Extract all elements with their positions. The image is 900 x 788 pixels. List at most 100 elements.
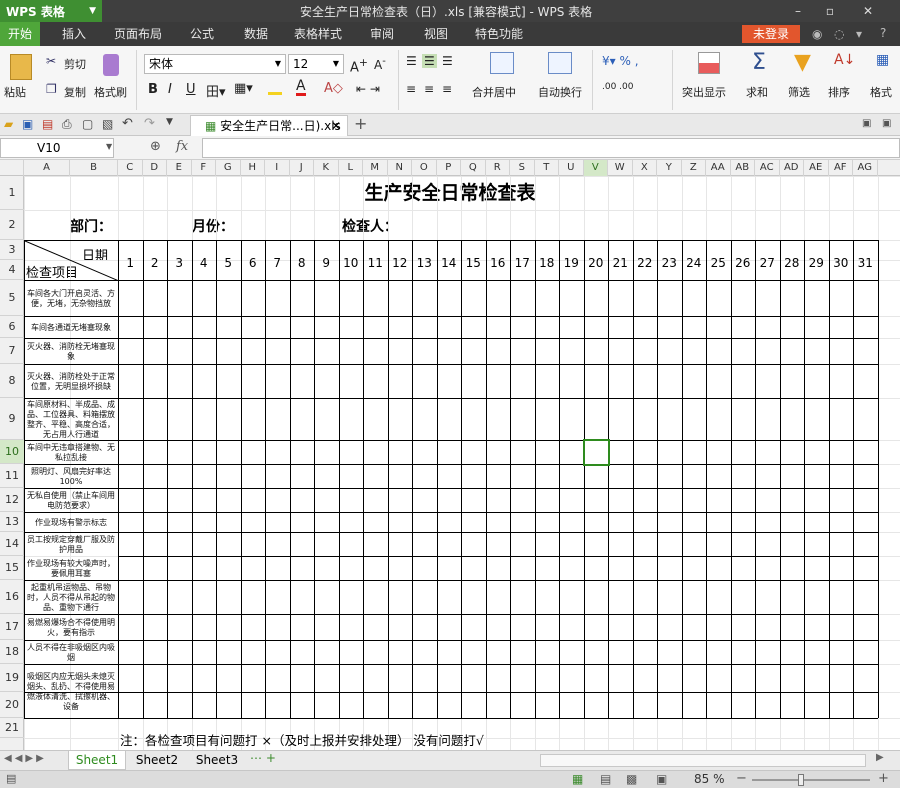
row-header-19[interactable]: 19 — [0, 664, 24, 692]
tab-list-icon[interactable]: ▣ — [862, 118, 871, 129]
column-header-w[interactable]: W — [608, 160, 633, 176]
column-header-ab[interactable]: AB — [731, 160, 755, 176]
column-header-u[interactable]: U — [559, 160, 584, 176]
row-header-1[interactable]: 1 — [0, 176, 24, 210]
row-header-10[interactable]: 10 — [0, 440, 24, 464]
tab-review[interactable]: 审阅 — [362, 22, 402, 46]
column-header-ag[interactable]: AG — [853, 160, 878, 176]
clipboard-icon[interactable]: ▧ — [102, 117, 113, 131]
column-header-y[interactable]: Y — [657, 160, 682, 176]
reading-view-icon[interactable]: ▣ — [656, 772, 667, 786]
sort-button[interactable]: 排序 — [828, 84, 850, 100]
column-header-a[interactable]: A — [24, 160, 70, 176]
sheet-tab-2[interactable]: Sheet2 — [128, 751, 186, 770]
tab-close-all-icon[interactable]: ▣ — [882, 118, 891, 129]
column-header-ad[interactable]: AD — [780, 160, 804, 176]
tab-special[interactable]: 特色功能 — [470, 22, 528, 46]
border-icon[interactable]: 田▾ — [206, 81, 226, 100]
column-header-g[interactable]: G — [216, 160, 241, 176]
document-tab[interactable]: ▦ 安全生产日常...日).xls ✕ — [190, 115, 348, 136]
help-icon[interactable]: ? — [880, 26, 886, 40]
close-icon[interactable]: ✕ — [331, 116, 341, 136]
function-icon[interactable]: fx — [176, 139, 188, 154]
italic-icon[interactable]: I — [168, 82, 172, 97]
column-header-z[interactable]: Z — [682, 160, 706, 176]
row-header-9[interactable]: 9 — [0, 398, 24, 440]
align-bottom-icon[interactable]: ☰ — [442, 54, 453, 68]
row-header-20[interactable]: 20 — [0, 692, 24, 718]
row-header-3[interactable]: 3 — [0, 240, 24, 260]
align-left-icon[interactable]: ≡ — [406, 82, 416, 96]
font-color-icon[interactable]: A — [296, 79, 306, 96]
zoom-slider-handle[interactable] — [798, 774, 804, 786]
name-box[interactable]: V10 — [0, 138, 114, 158]
column-header-n[interactable]: N — [388, 160, 412, 176]
tab-page-layout[interactable]: 页面布局 — [110, 22, 166, 46]
row-header-7[interactable]: 7 — [0, 338, 24, 364]
copy-button[interactable]: 复制 — [64, 84, 86, 100]
column-header-i[interactable]: I — [265, 160, 290, 176]
pdf-icon[interactable]: ▤ — [42, 117, 53, 131]
indent-icon[interactable]: ⇤ ⇥ — [356, 82, 380, 96]
sheet-tab-3[interactable]: Sheet3 — [188, 751, 246, 770]
row-header-12[interactable]: 12 — [0, 488, 24, 512]
row-header-14[interactable]: 14 — [0, 532, 24, 556]
column-header-p[interactable]: P — [437, 160, 461, 176]
format-painter-button[interactable]: 格式刷 — [94, 84, 127, 100]
open-folder-icon[interactable]: ▰ — [4, 117, 13, 131]
sum-button[interactable]: 求和 — [746, 84, 768, 100]
column-header-b[interactable]: B — [70, 160, 118, 176]
column-header-e[interactable]: E — [167, 160, 192, 176]
page-layout-view-icon[interactable]: ▤ — [600, 772, 611, 786]
tab-formula[interactable]: 公式 — [182, 22, 222, 46]
tab-view[interactable]: 视图 — [416, 22, 456, 46]
row-header-16[interactable]: 16 — [0, 580, 24, 614]
select-all-corner[interactable] — [0, 160, 24, 176]
login-button[interactable]: 未登录 — [742, 25, 800, 43]
column-header-aa[interactable]: AA — [706, 160, 731, 176]
column-header-m[interactable]: M — [363, 160, 388, 176]
scroll-right-icon[interactable]: ▶ — [876, 752, 884, 763]
cell-style-icon[interactable]: ▦▾ — [234, 81, 253, 96]
wrap-text-button[interactable]: 自动换行 — [538, 84, 582, 100]
horizontal-scrollbar[interactable] — [540, 754, 866, 767]
column-header-s[interactable]: S — [510, 160, 535, 176]
row-header-4[interactable]: 4 — [0, 260, 24, 280]
underline-icon[interactable]: U — [186, 82, 196, 97]
feedback-icon[interactable]: ◌ — [834, 27, 844, 41]
row-header-17[interactable]: 17 — [0, 614, 24, 640]
align-right-icon[interactable]: ≡ — [442, 82, 452, 96]
merge-center-button[interactable]: 合并居中 — [472, 84, 516, 100]
column-header-h[interactable]: H — [241, 160, 265, 176]
more-sheets-icon[interactable]: ⋯ + — [250, 751, 276, 765]
tab-data[interactable]: 数据 — [236, 22, 276, 46]
bold-icon[interactable]: B — [148, 82, 158, 97]
column-header-c[interactable]: C — [118, 160, 143, 176]
sheet-tab-1[interactable]: Sheet1 — [68, 751, 126, 770]
decimal-icon[interactable]: .00 .00 — [602, 82, 634, 92]
tab-home[interactable]: 开始 — [0, 22, 40, 46]
app-menu-button[interactable]: WPS 表格 ▼ — [0, 0, 102, 22]
row-header-15[interactable]: 15 — [0, 556, 24, 580]
column-header-af[interactable]: AF — [829, 160, 853, 176]
preview-icon[interactable]: ▢ — [82, 117, 93, 131]
row-header-11[interactable]: 11 — [0, 464, 24, 488]
shrink-font-icon[interactable]: A- — [374, 56, 386, 72]
new-tab-icon[interactable]: + — [354, 114, 367, 133]
grow-font-icon[interactable]: A+ — [350, 56, 368, 75]
align-top-icon[interactable]: ☰ — [406, 54, 417, 68]
redo-icon[interactable]: ↷ — [144, 116, 155, 131]
format-button[interactable]: 格式 — [870, 84, 892, 100]
row-header-2[interactable]: 2 — [0, 210, 24, 240]
active-cell-selection[interactable] — [582, 439, 610, 466]
align-center-icon[interactable]: ≡ — [424, 82, 434, 96]
column-header-x[interactable]: X — [633, 160, 657, 176]
close-button[interactable]: ✕ — [858, 2, 878, 20]
column-header-q[interactable]: Q — [461, 160, 486, 176]
tab-insert[interactable]: 插入 — [52, 22, 96, 46]
fill-color-icon[interactable] — [268, 83, 282, 95]
zoom-slider[interactable] — [752, 779, 870, 781]
macro-icon[interactable]: ▤ — [6, 772, 16, 785]
sheet-nav-icon[interactable]: ◀◀▶▶ — [4, 753, 47, 764]
restore-button[interactable]: ▫ — [820, 2, 840, 20]
